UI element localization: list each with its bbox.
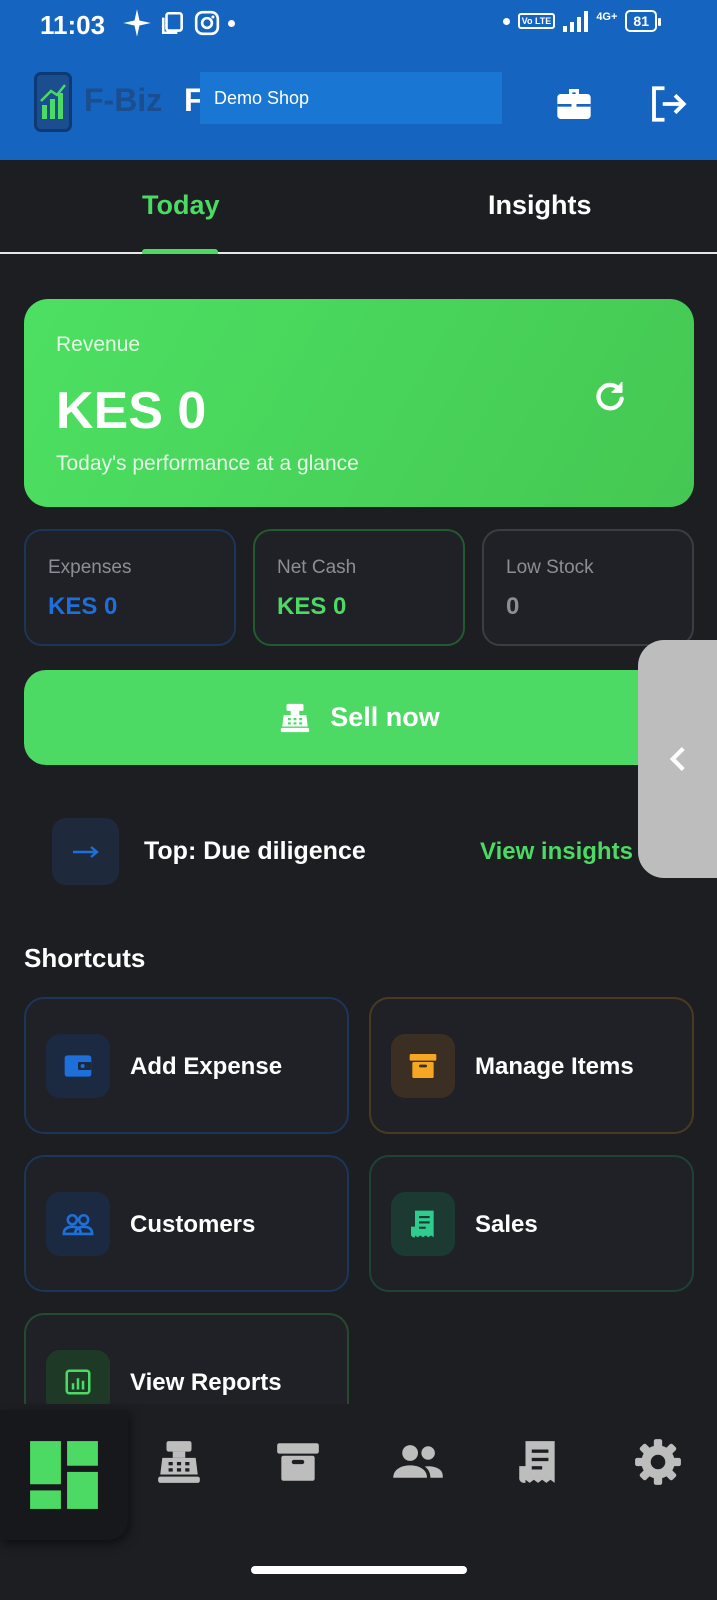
gesture-home-bar[interactable] xyxy=(251,1566,467,1574)
stat-expenses[interactable]: Expenses KES 0 xyxy=(24,529,236,646)
nav-items[interactable] xyxy=(270,1434,326,1490)
people-icon xyxy=(62,1213,94,1236)
stat-label: Low Stock xyxy=(506,557,594,578)
revenue-card: Revenue KES 0 Today's performance at a g… xyxy=(24,299,694,507)
tab-today[interactable]: Today xyxy=(142,190,220,221)
app-logo-icon xyxy=(34,72,72,132)
view-insights-link[interactable]: View insights xyxy=(480,838,633,866)
nav-sell[interactable] xyxy=(151,1434,207,1490)
stat-low-stock[interactable]: Low Stock 0 xyxy=(482,529,694,646)
app-logo-text: F-Biz xyxy=(84,82,163,118)
cash-register-icon xyxy=(158,1441,200,1483)
shortcut-label: Manage Items xyxy=(475,1053,634,1080)
revenue-subtitle: Today's performance at a glance xyxy=(56,452,359,475)
chevron-left-icon xyxy=(669,747,685,771)
sell-now-label: Sell now xyxy=(330,702,440,732)
shortcut-label: Customers xyxy=(130,1211,256,1238)
shortcut-customers[interactable]: Customers xyxy=(24,1155,349,1292)
dashboard-icon xyxy=(30,1441,98,1509)
shortcuts-title: Shortcuts xyxy=(24,943,146,973)
shop-name[interactable]: Demo Shop xyxy=(200,72,502,124)
shortcut-label: Sales xyxy=(475,1211,538,1238)
shortcut-manage-items[interactable]: Manage Items xyxy=(369,997,694,1134)
shortcut-add-expense[interactable]: Add Expense xyxy=(24,997,349,1134)
wallet-icon xyxy=(64,1055,92,1077)
active-tab-indicator xyxy=(142,249,218,254)
briefcase-icon xyxy=(557,89,591,119)
status-dot xyxy=(502,17,510,25)
archive-box-icon xyxy=(409,1054,437,1078)
nav-settings[interactable] xyxy=(630,1434,686,1490)
arrow-right-icon xyxy=(72,845,99,858)
refresh-icon xyxy=(596,382,624,411)
shortcut-label: Add Expense xyxy=(130,1053,283,1080)
status-bar: 11:03 Vo LTE 4G+ 81 xyxy=(0,0,717,52)
volte-icon: Vo LTE xyxy=(517,13,556,29)
stat-label: Expenses xyxy=(48,557,132,578)
receipt-icon xyxy=(519,1441,555,1483)
revenue-value: KES 0 xyxy=(56,382,207,440)
stat-value: 0 xyxy=(506,593,520,620)
shortcut-icon-tile xyxy=(46,1192,110,1256)
logout-icon xyxy=(652,86,687,122)
copy-icon xyxy=(161,11,183,35)
top-item-text: Top: Due diligence xyxy=(144,837,366,865)
stat-value: KES 0 xyxy=(277,593,347,620)
tab-insights[interactable]: Insights xyxy=(488,190,592,221)
logout-button[interactable] xyxy=(644,80,692,128)
shortcut-icon-tile xyxy=(46,1034,110,1098)
shortcut-label: View Reports xyxy=(130,1369,282,1396)
shortcut-icon-tile xyxy=(391,1192,455,1256)
sparkle-icon xyxy=(123,9,151,37)
people-icon xyxy=(393,1445,443,1478)
report-chart-icon xyxy=(65,1369,91,1395)
network-type: 4G+ xyxy=(596,11,618,23)
cash-register-icon xyxy=(281,703,310,732)
gear-icon xyxy=(635,1439,681,1485)
signal-icon xyxy=(563,10,589,32)
revenue-label: Revenue xyxy=(56,333,141,356)
notification-icons xyxy=(122,8,235,38)
more-notifications-dot xyxy=(228,19,235,27)
refresh-button[interactable] xyxy=(590,377,630,417)
stat-value: KES 0 xyxy=(48,593,118,620)
archive-box-icon xyxy=(277,1443,319,1481)
system-icons: Vo LTE 4G+ 81 xyxy=(502,10,661,32)
nav-dashboard[interactable] xyxy=(0,1410,128,1540)
battery-icon: 81 xyxy=(625,10,661,32)
business-button[interactable] xyxy=(550,80,598,128)
stat-net-cash[interactable]: Net Cash KES 0 xyxy=(253,529,465,646)
stat-label: Net Cash xyxy=(277,557,357,578)
receipt-icon xyxy=(411,1210,434,1238)
sell-now-button[interactable]: Sell now xyxy=(24,670,694,765)
app-bar: F-Biz F Demo Shop xyxy=(0,52,717,160)
instagram-icon xyxy=(194,10,220,36)
tab-bar: Today Insights xyxy=(0,160,717,254)
shortcut-sales[interactable]: Sales xyxy=(369,1155,694,1292)
side-panel-handle[interactable] xyxy=(638,640,717,878)
shortcut-icon-tile xyxy=(391,1034,455,1098)
top-item-icon-tile xyxy=(52,818,119,885)
clock: 11:03 xyxy=(40,10,106,40)
nav-sales[interactable] xyxy=(510,1434,566,1490)
nav-customers[interactable] xyxy=(390,1434,446,1490)
